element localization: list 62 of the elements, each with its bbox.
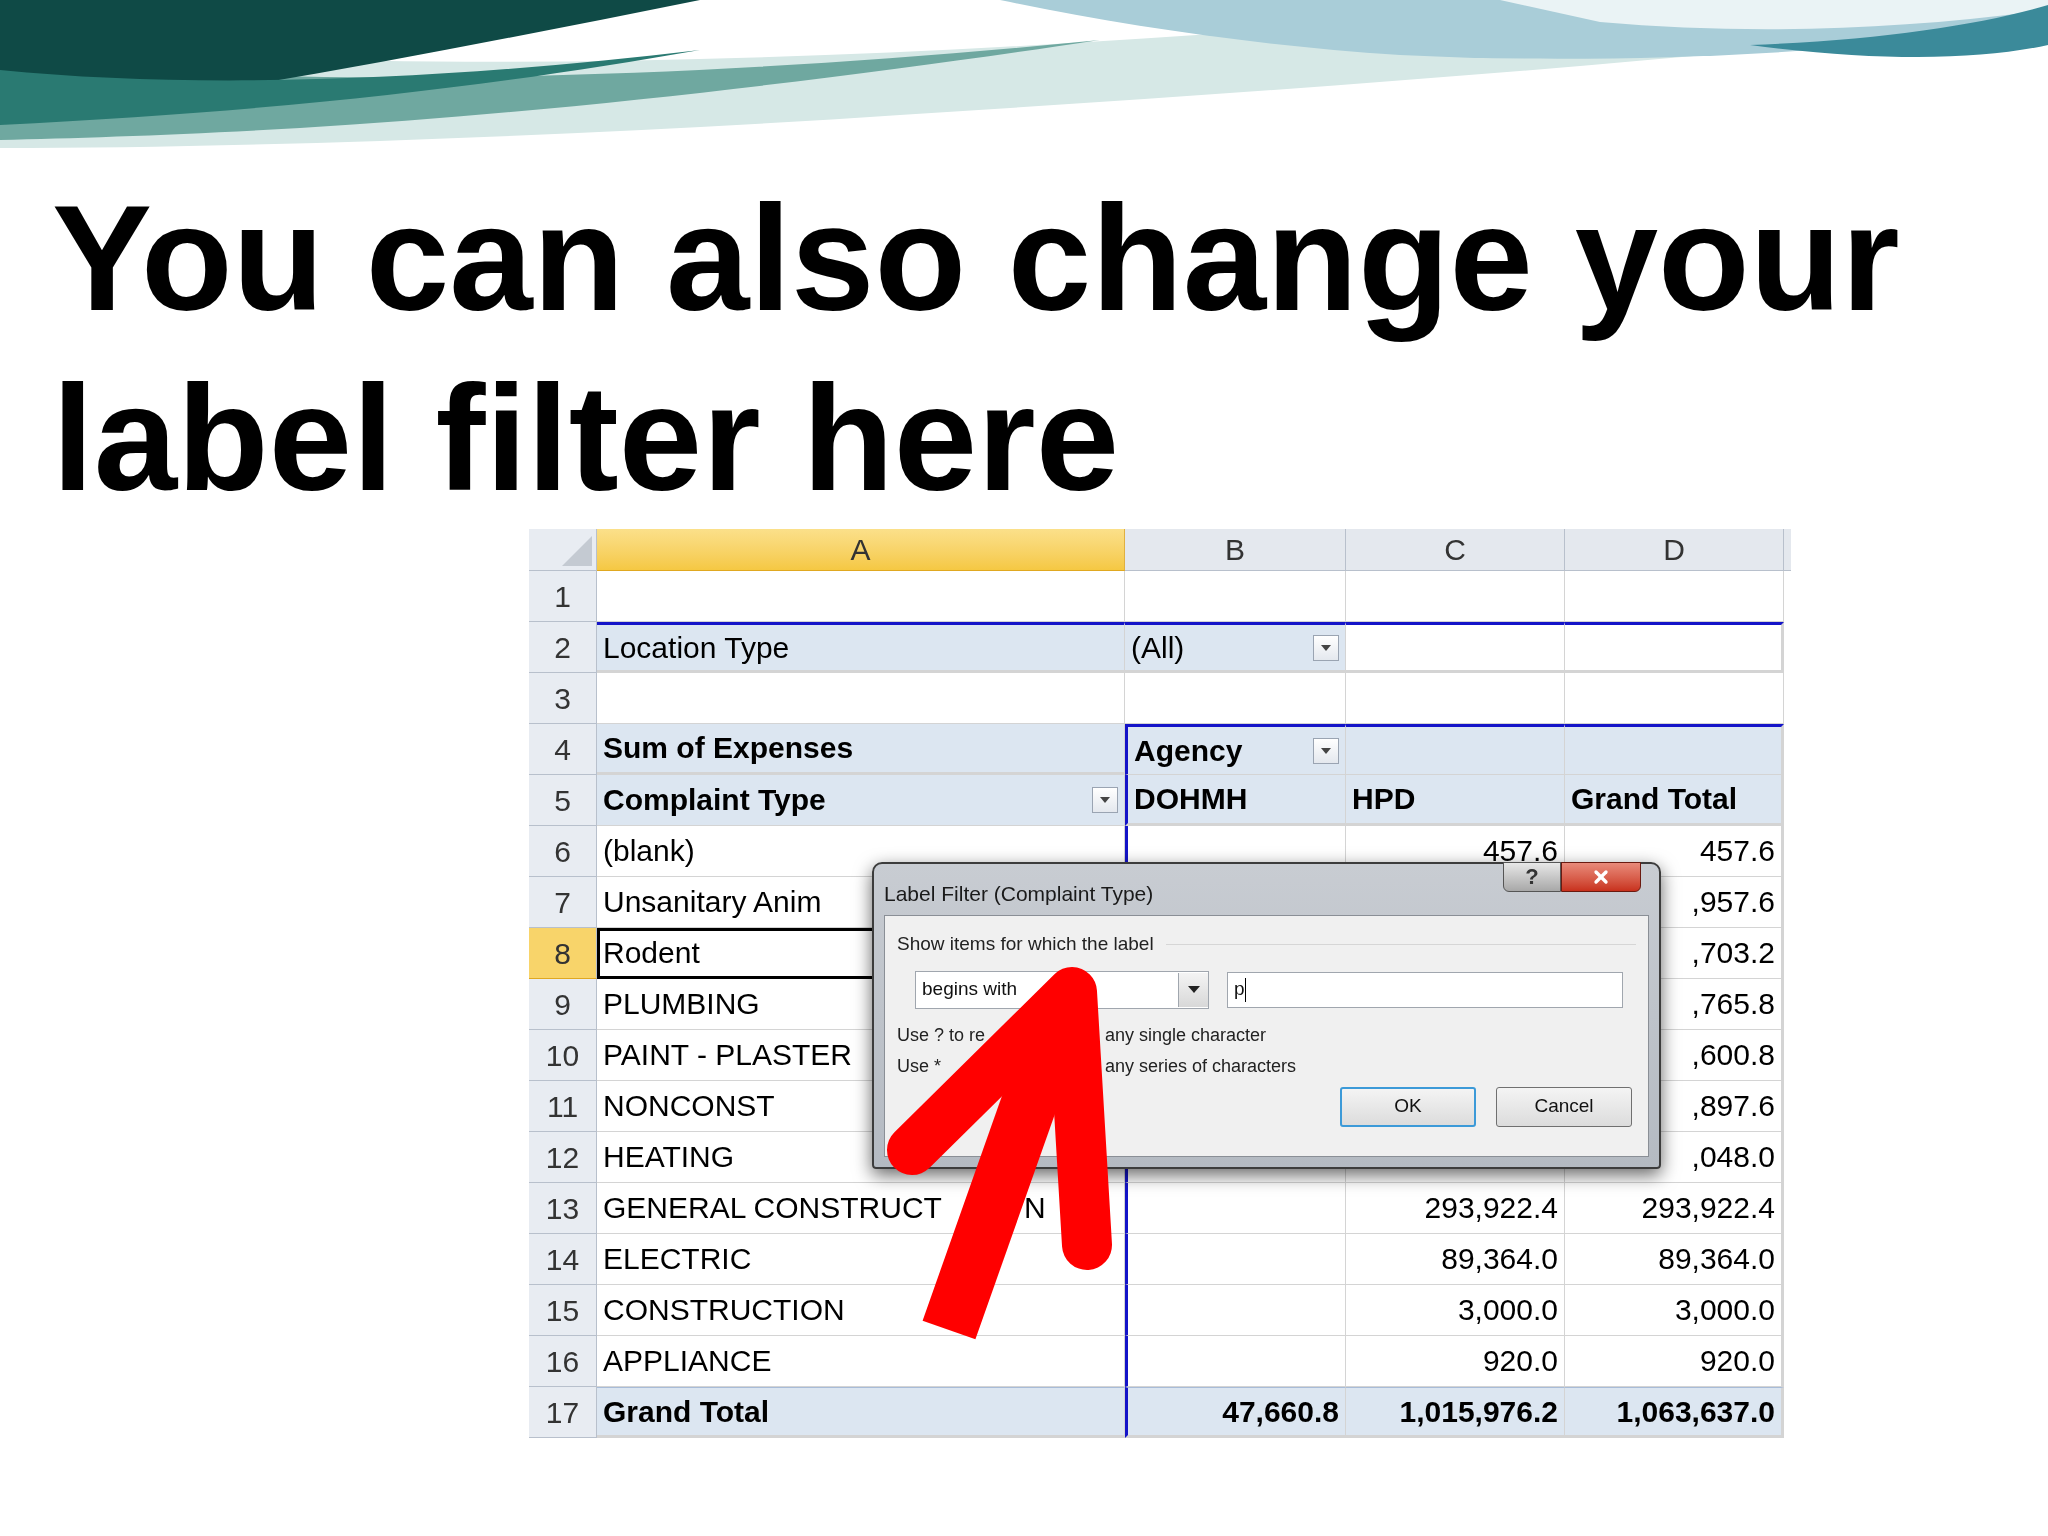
caret-down-icon — [1100, 797, 1110, 803]
cancel-button[interactable]: Cancel — [1496, 1086, 1632, 1127]
table-cell: Sum of Expenses — [597, 724, 1125, 775]
table-cell: 920.0 — [1346, 1336, 1565, 1387]
cell-text: GENERAL CONSTRUCT — [603, 1193, 942, 1223]
row-number: 14 — [529, 1234, 597, 1285]
table-cell: CONSTRUCTION — [597, 1285, 1125, 1336]
row-number: 3 — [529, 673, 597, 724]
table-cell: 47,660.8 — [1125, 1387, 1346, 1438]
table-cell: APPLIANCE — [597, 1336, 1125, 1387]
table-cell: Grand Total — [1565, 775, 1784, 826]
table-cell: Location Type — [597, 622, 1125, 673]
close-icon — [1591, 867, 1611, 887]
row-number: 2 — [529, 622, 597, 673]
row-number: 17 — [529, 1387, 597, 1438]
row-number: 7 — [529, 877, 597, 928]
cell-text: Complaint Type — [603, 785, 826, 815]
row-number: 13 — [529, 1183, 597, 1234]
close-button[interactable] — [1561, 862, 1641, 892]
row-number: 8 — [529, 928, 597, 979]
help-button[interactable]: ? — [1503, 862, 1561, 892]
row-number: 11 — [529, 1081, 597, 1132]
row-number: 4 — [529, 724, 597, 775]
filter-dropdown-button[interactable] — [1313, 634, 1339, 661]
column-header[interactable]: A — [597, 529, 1125, 571]
table-cell: 89,364.0 — [1565, 1234, 1784, 1285]
table-cell: 920.0 — [1565, 1336, 1784, 1387]
cell-text: Agency — [1134, 735, 1243, 766]
caret-down-icon — [1321, 747, 1331, 754]
caret-down-icon — [1321, 644, 1331, 651]
table-cell: 89,364.0 — [1346, 1234, 1565, 1285]
column-header[interactable]: B — [1125, 529, 1346, 571]
row-number: 15 — [529, 1285, 597, 1336]
row-number: 9 — [529, 979, 597, 1030]
table-cell: 1,015,976.2 — [1346, 1387, 1565, 1438]
column-header[interactable]: D — [1565, 529, 1784, 571]
caret-down-icon — [1187, 986, 1200, 993]
table-cell: HPD — [1346, 775, 1565, 826]
slide-title: You can also change your — [52, 173, 1900, 344]
triangle-icon — [562, 536, 592, 566]
filter-dropdown-button[interactable] — [1313, 737, 1339, 764]
row-number: 16 — [529, 1336, 597, 1387]
column-header[interactable]: C — [1346, 529, 1565, 571]
table-cell: 3,000.0 — [1565, 1285, 1784, 1336]
row-number: 5 — [529, 775, 597, 826]
row-number: 10 — [529, 1030, 597, 1081]
cell-text: (All) — [1131, 632, 1185, 663]
table-cell: Grand Total — [597, 1387, 1125, 1438]
table-cell: 3,000.0 — [1346, 1285, 1565, 1336]
ok-button[interactable]: OK — [1340, 1086, 1476, 1127]
cell-text: N — [1023, 1193, 1046, 1223]
filter-dropdown-button[interactable] — [1092, 787, 1118, 813]
row-number: 6 — [529, 826, 597, 877]
slide-title: label filter here — [52, 353, 1120, 524]
table-cell: DOHMH — [1125, 775, 1346, 826]
hint-text: Use * — [897, 1055, 941, 1076]
value-input[interactable]: p — [1227, 971, 1623, 1008]
table-cell: 293,922.4 — [1565, 1183, 1784, 1234]
row-number: 1 — [529, 571, 597, 622]
row-number: 12 — [529, 1132, 597, 1183]
table-cell: 293,922.4 — [1346, 1183, 1565, 1234]
table-cell: 1,063,637.0 — [1565, 1387, 1784, 1438]
